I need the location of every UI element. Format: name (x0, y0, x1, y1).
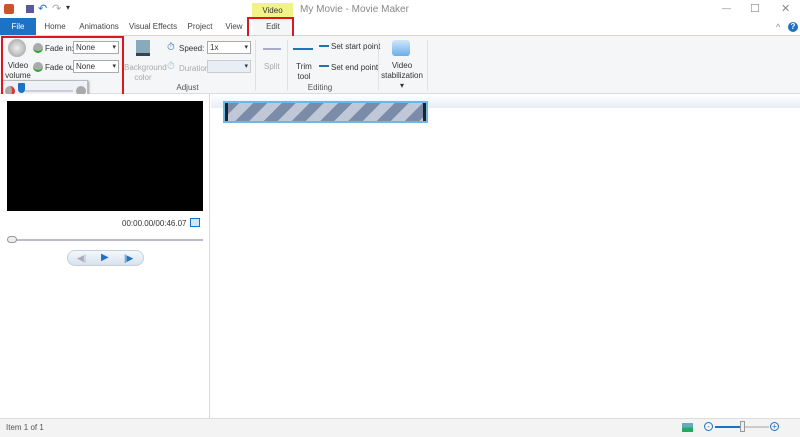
zoom-out-icon[interactable]: - (704, 422, 713, 431)
separator (378, 40, 379, 90)
edit-tab-highlight (247, 17, 294, 38)
window-title: My Movie - Movie Maker (300, 4, 409, 15)
speed-label: Speed: (179, 44, 205, 53)
editing-group-label: Editing (307, 83, 333, 92)
video-stabilization-button[interactable]: Video stabilization ▾ (380, 61, 424, 91)
tab-project[interactable]: Project (184, 18, 216, 35)
video-preview (7, 101, 203, 211)
trim-tool-button[interactable]: Trim tool (294, 62, 314, 82)
fullscreen-icon[interactable] (190, 218, 200, 227)
previous-frame-button[interactable]: ◀| (77, 253, 86, 264)
title-bar: ↶ ↷ ▾ Video Tools My Movie - Movie Maker… (0, 0, 800, 30)
split-button[interactable]: Split (264, 62, 280, 71)
redo-icon[interactable]: ↷ (52, 2, 61, 15)
tab-view[interactable]: View (222, 18, 246, 35)
speed-icon: ⏱ (167, 42, 175, 53)
app-icon (4, 4, 14, 14)
play-button[interactable]: ▶ (101, 252, 109, 263)
qat-dropdown-icon[interactable]: ▾ (66, 3, 70, 12)
set-start-point-icon (319, 45, 329, 47)
zoom-in-icon[interactable]: + (770, 422, 779, 431)
maximize-button[interactable]: ☐ (750, 2, 760, 15)
zoom-slider-thumb[interactable] (740, 421, 745, 432)
clip-start-sprocket (225, 103, 228, 121)
trim-tool-icon (293, 48, 313, 50)
speed-dropdown[interactable]: 1x (207, 41, 251, 54)
tab-file[interactable]: File (0, 18, 36, 35)
help-icon[interactable]: ? (788, 22, 798, 32)
separator (255, 40, 256, 90)
adjust-group-label: Adjust (176, 83, 199, 92)
separator (427, 40, 428, 90)
save-icon[interactable] (26, 5, 34, 13)
tab-animations[interactable]: Animations (76, 18, 122, 35)
duration-icon: ⏱ (167, 61, 175, 72)
background-color-icon (136, 40, 150, 56)
status-bar: Item 1 of 1 - + (0, 418, 800, 437)
tab-home[interactable]: Home (40, 18, 70, 35)
item-count: Item 1 of 1 (6, 423, 44, 432)
preview-time: 00:00.00/00:46.07 (122, 219, 187, 228)
set-start-point-button[interactable]: Set start point (331, 42, 380, 51)
duration-dropdown[interactable] (207, 60, 251, 73)
tab-visual-effects[interactable]: Visual Effects (128, 18, 178, 35)
clip-end-sprocket (423, 103, 426, 121)
collapse-ribbon-icon[interactable]: ^ (776, 22, 780, 32)
video-stabilization-icon (392, 40, 410, 56)
set-end-point-icon (319, 65, 329, 67)
video-tools-context-label: Video Tools (252, 3, 293, 30)
seek-bar[interactable] (10, 239, 203, 241)
separator (287, 40, 288, 90)
seek-thumb[interactable] (7, 236, 17, 243)
background-color-button[interactable]: Background color (124, 63, 167, 83)
ribbon-tabs: File Home Animations Visual Effects Proj… (0, 18, 800, 36)
close-button[interactable]: ✕ (781, 2, 790, 15)
minimize-button[interactable]: — (722, 3, 731, 13)
undo-icon[interactable]: ↶ (38, 2, 47, 15)
set-end-point-button[interactable]: Set end point (331, 63, 378, 72)
next-frame-button[interactable]: |▶ (124, 253, 133, 264)
zoom-slider-fill (715, 426, 741, 428)
preview-panel: 00:00.00/00:46.07 ◀| ▶ |▶ (0, 94, 210, 418)
thumbnail-size-icon[interactable] (682, 423, 693, 432)
video-clip[interactable] (223, 101, 428, 123)
split-icon (263, 48, 281, 50)
